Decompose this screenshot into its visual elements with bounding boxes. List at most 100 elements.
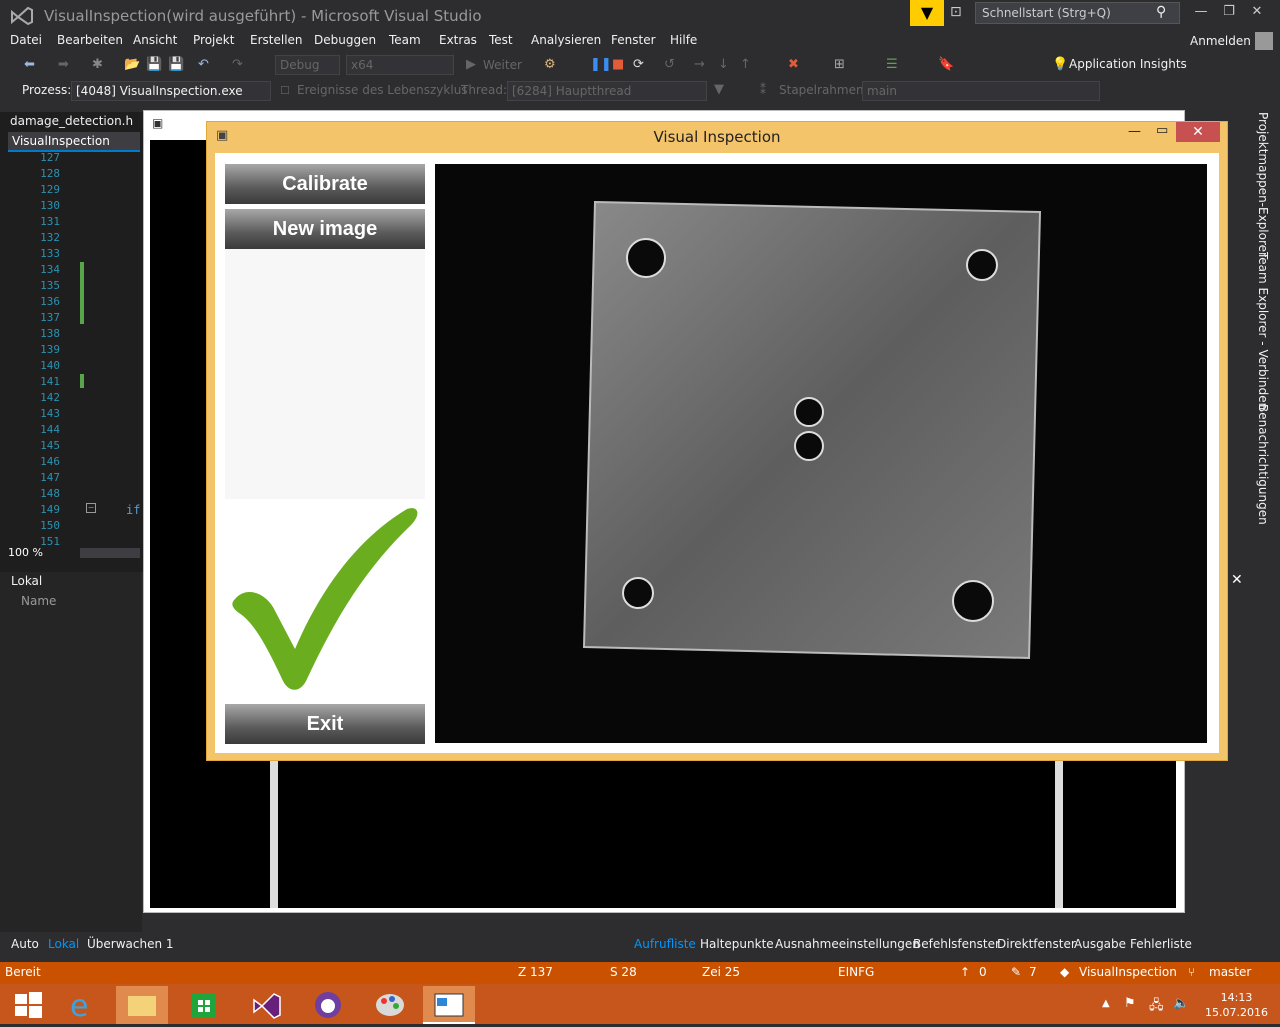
paint-icon[interactable]: [364, 986, 416, 1024]
application-insights-button[interactable]: Application Insights: [1069, 57, 1187, 71]
visual-studio-taskbar-icon[interactable]: [240, 986, 292, 1024]
stop-icon[interactable]: ■: [612, 57, 624, 72]
breakpoints-icon[interactable]: ✖: [788, 57, 799, 72]
tab-ausnahmeeinstellungen[interactable]: Ausnahmeeinstellungen: [775, 937, 920, 951]
calibrate-button[interactable]: Calibrate: [225, 164, 425, 204]
menu-extras[interactable]: Extras: [439, 33, 477, 47]
line-number: 147: [40, 471, 60, 484]
line-number: 135: [40, 279, 60, 292]
back-icon[interactable]: ⬅: [24, 57, 35, 72]
menu-analysieren[interactable]: Analysieren: [531, 33, 601, 47]
github-icon[interactable]: [302, 986, 354, 1024]
menu-projekt[interactable]: Projekt: [193, 33, 234, 47]
status-branch[interactable]: master: [1209, 965, 1251, 979]
action-center-icon[interactable]: ⚑: [1124, 996, 1136, 1011]
continue-button[interactable]: Weiter: [483, 58, 522, 72]
tab-lokal[interactable]: Lokal: [48, 937, 79, 951]
menu-hilfe[interactable]: Hilfe: [670, 33, 697, 47]
menu-erstellen[interactable]: Erstellen: [250, 33, 303, 47]
restart-icon[interactable]: ⟳: [633, 57, 644, 72]
vi-close-icon[interactable]: ✕: [1176, 122, 1220, 142]
menu-datei[interactable]: Datei: [10, 33, 42, 47]
close-icon[interactable]: ✕: [1246, 4, 1268, 24]
panel-close-icon[interactable]: ✕: [1231, 572, 1243, 588]
profile-icon[interactable]: [1255, 32, 1273, 50]
horizontal-scrollbar[interactable]: [80, 548, 140, 558]
collapse-icon[interactable]: −: [86, 503, 96, 513]
new-image-button[interactable]: New image: [225, 209, 425, 249]
visual-inspection-taskbar-icon[interactable]: [423, 986, 475, 1024]
undo-icon[interactable]: ↶: [198, 57, 209, 72]
file-explorer-icon[interactable]: [116, 986, 168, 1024]
tab-direktfenster[interactable]: Direktfenster: [997, 937, 1076, 951]
menu-team[interactable]: Team: [389, 33, 421, 47]
menu-test[interactable]: Test: [489, 33, 513, 47]
vi-minimize-icon[interactable]: —: [1128, 124, 1141, 139]
continue-icon[interactable]: ▶: [466, 57, 476, 72]
tab-auto[interactable]: Auto: [11, 937, 39, 951]
status-repo[interactable]: VisualInspection: [1079, 965, 1177, 979]
step-into-icon[interactable]: →: [694, 57, 705, 72]
menu-bearbeiten[interactable]: Bearbeiten: [57, 33, 123, 47]
lifecycle-events-button[interactable]: Ereignisse des Lebenszyklus: [297, 83, 468, 97]
stack-frame-select[interactable]: main: [862, 81, 1100, 101]
quick-launch-input[interactable]: Schnellstart (Strg+Q): [975, 2, 1180, 24]
tab-solution-explorer[interactable]: Projektmappen-Explorer: [1256, 112, 1270, 257]
start-button[interactable]: [2, 986, 54, 1024]
restore-icon[interactable]: ❐: [1218, 4, 1240, 24]
status-changes[interactable]: 7: [1029, 965, 1037, 979]
feedback-filter-icon[interactable]: ▼: [910, 0, 944, 26]
zoom-select[interactable]: 100 %: [8, 546, 66, 562]
tab-fehlerliste[interactable]: Fehlerliste: [1130, 937, 1192, 951]
tab-team-explorer[interactable]: Team Explorer - Verbinden: [1256, 252, 1270, 410]
project-navigation-tab[interactable]: VisualInspection: [8, 132, 140, 152]
lightbulb-icon[interactable]: 💡: [1052, 57, 1068, 72]
tab-ausgabe[interactable]: Ausgabe: [1074, 937, 1126, 951]
line-number: 133: [40, 247, 60, 260]
tab-haltepunkte[interactable]: Haltepunkte: [700, 937, 774, 951]
exit-button[interactable]: Exit: [225, 704, 425, 744]
network-icon[interactable]: 🖧: [1149, 996, 1164, 1018]
tray-expand-icon[interactable]: ▲: [1102, 998, 1110, 1009]
thread-filter-icon[interactable]: ▼: [714, 82, 724, 97]
tab-notifications[interactable]: Benachrichtigungen: [1256, 404, 1270, 525]
lifecycle-icon: ☐: [280, 84, 290, 97]
bookmark-icon[interactable]: 🔖: [938, 57, 954, 72]
open-file-icon[interactable]: 📂: [124, 57, 140, 72]
new-project-icon[interactable]: ✱: [92, 57, 103, 72]
quick-launch-icon[interactable]: ⊡: [950, 4, 968, 22]
minimize-icon[interactable]: —: [1190, 4, 1212, 24]
redo-icon[interactable]: ↷: [232, 57, 243, 72]
hex-icon[interactable]: ⊞: [834, 57, 845, 72]
comment-icon[interactable]: ☰: [886, 57, 898, 72]
process-select[interactable]: [4048] VisualInspection.exe: [71, 81, 271, 101]
pause-icon[interactable]: ❚❚: [590, 57, 612, 72]
locals-name-column[interactable]: Name: [21, 594, 56, 608]
sign-in-link[interactable]: Anmelden: [1190, 34, 1251, 48]
save-all-icon[interactable]: 💾: [168, 57, 184, 72]
platform-select[interactable]: x64: [346, 55, 454, 75]
forward-icon[interactable]: ➡: [58, 57, 69, 72]
status-unpublished[interactable]: 0: [979, 965, 987, 979]
tab-befehlsfenster[interactable]: Befehlsfenster: [913, 937, 1000, 951]
tab-aufrufliste[interactable]: Aufrufliste: [634, 937, 696, 951]
code-editor[interactable]: [0, 112, 145, 572]
save-icon[interactable]: 💾: [146, 57, 162, 72]
vi-maximize-icon[interactable]: ▭: [1156, 123, 1168, 138]
tab-ueberwachen[interactable]: Überwachen 1: [87, 937, 174, 951]
search-icon[interactable]: ⚲: [1156, 4, 1166, 20]
step-over-icon[interactable]: ↓: [718, 57, 729, 72]
attach-process-icon[interactable]: ⚙: [544, 57, 556, 72]
menu-ansicht[interactable]: Ansicht: [133, 33, 177, 47]
thread-select[interactable]: [6284] Hauptthread: [507, 81, 707, 101]
volume-icon[interactable]: 🔈: [1173, 996, 1189, 1011]
file-tab-damage-detection[interactable]: damage_detection.h: [0, 112, 140, 130]
internet-explorer-icon[interactable]: e: [56, 986, 108, 1024]
menu-fenster[interactable]: Fenster: [611, 33, 656, 47]
show-next-statement-icon[interactable]: ↺: [664, 57, 675, 72]
taskbar-clock[interactable]: 14:13 15.07.2016: [1205, 990, 1268, 1020]
menu-debuggen[interactable]: Debuggen: [314, 33, 376, 47]
configuration-select[interactable]: Debug: [275, 55, 340, 75]
store-icon[interactable]: [178, 986, 230, 1024]
step-out-icon[interactable]: ↑: [740, 57, 751, 72]
